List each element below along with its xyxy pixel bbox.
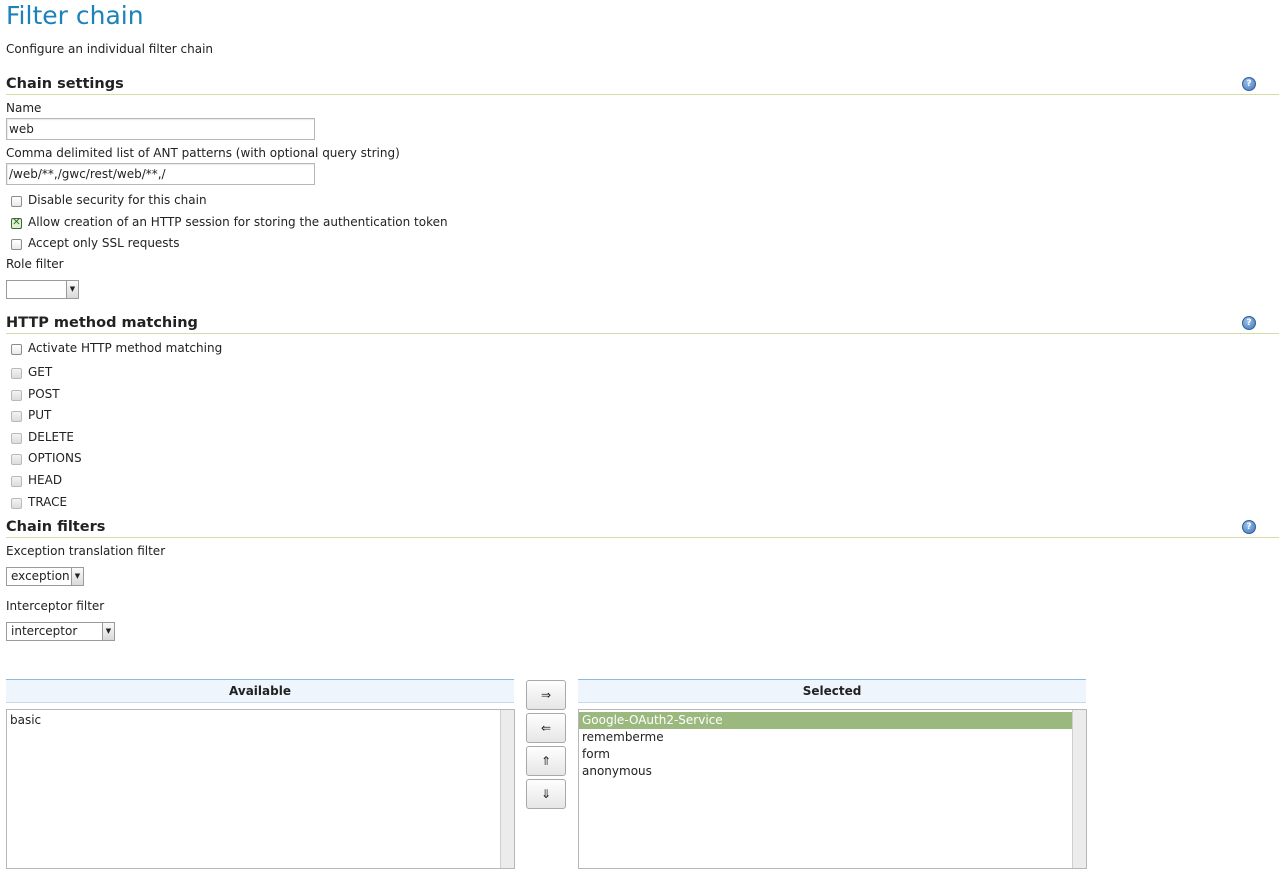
method-options-row: OPTIONS [11,451,82,465]
list-item[interactable]: basic [7,712,514,729]
selected-list[interactable]: Google-OAuth2-Service rememberme form an… [578,709,1087,869]
exception-filter-value: exception [11,569,70,583]
http-method-header: HTTP method matching ? [6,315,1279,334]
list-item[interactable]: rememberme [579,729,1072,746]
role-filter-select[interactable]: ▼ [6,280,79,299]
method-delete-checkbox[interactable] [11,432,22,444]
chain-filters-title: Chain filters [6,519,106,535]
method-trace-checkbox[interactable] [11,497,22,509]
patterns-label: Comma delimited list of ANT patterns (wi… [6,146,400,160]
method-options-label: OPTIONS [28,451,82,465]
method-get-row: GET [11,365,52,379]
list-item[interactable]: Google-OAuth2-Service [579,712,1072,729]
method-head-label: HEAD [28,473,63,487]
ssl-only-label: Accept only SSL requests [28,236,180,250]
available-header: Available [6,679,514,703]
ssl-only-checkbox[interactable] [11,238,22,250]
ssl-only-row: Accept only SSL requests [11,236,180,250]
chain-settings-title: Chain settings [6,76,124,92]
exception-filter-select[interactable]: exception ▼ [6,567,84,586]
help-icon[interactable]: ? [1242,77,1256,91]
available-list[interactable]: basic [6,709,515,869]
selected-header: Selected [578,679,1086,703]
chevron-down-icon: ▼ [102,623,114,640]
move-down-button[interactable]: ⇓ [526,779,566,809]
interceptor-filter-select[interactable]: interceptor ▼ [6,622,115,641]
chain-filters-header: Chain filters ? [6,519,1279,538]
method-options-checkbox[interactable] [11,453,22,465]
http-method-title: HTTP method matching [6,315,198,331]
disable-security-label: Disable security for this chain [28,193,207,207]
help-icon[interactable]: ? [1242,316,1256,330]
exception-filter-label: Exception translation filter [6,544,166,558]
allow-session-checkbox[interactable] [11,217,22,229]
remove-filter-button[interactable]: ⇐ [526,713,566,743]
method-head-checkbox[interactable] [11,475,22,487]
method-put-row: PUT [11,408,51,422]
chevron-down-icon: ▼ [71,568,83,585]
allow-session-row: Allow creation of an HTTP session for st… [11,215,448,229]
chevron-down-icon: ▼ [66,281,78,298]
method-get-label: GET [28,365,53,379]
method-put-label: PUT [28,408,52,422]
method-trace-row: TRACE [11,495,67,509]
method-get-checkbox[interactable] [11,367,22,379]
method-post-checkbox[interactable] [11,389,22,401]
activate-method-label: Activate HTTP method matching [28,341,223,355]
list-item[interactable]: form [579,746,1072,763]
method-head-row: HEAD [11,473,62,487]
help-icon[interactable]: ? [1242,520,1256,534]
activate-method-checkbox[interactable] [11,343,22,355]
disable-security-checkbox[interactable] [11,195,22,207]
method-delete-label: DELETE [28,430,75,444]
method-trace-label: TRACE [28,495,68,509]
add-filter-button[interactable]: ⇒ [526,680,566,710]
chain-settings-header: Chain settings ? [6,76,1279,95]
disable-security-row: Disable security for this chain [11,193,207,207]
allow-session-label: Allow creation of an HTTP session for st… [28,215,448,229]
page-title: Filter chain [6,1,144,30]
list-item[interactable]: anonymous [579,763,1072,780]
method-post-row: POST [11,387,60,401]
page-subtitle: Configure an individual filter chain [6,42,214,56]
interceptor-filter-label: Interceptor filter [6,599,105,613]
method-put-checkbox[interactable] [11,410,22,422]
move-up-button[interactable]: ⇑ [526,746,566,776]
activate-method-row: Activate HTTP method matching [11,341,222,355]
patterns-input[interactable]: /web/**,/gwc/rest/web/**,/ [6,163,315,185]
interceptor-filter-value: interceptor [11,624,78,638]
method-delete-row: DELETE [11,430,74,444]
role-filter-label: Role filter [6,257,64,271]
method-post-label: POST [28,387,60,401]
name-input[interactable]: web [6,118,315,140]
name-label: Name [6,101,42,115]
available-scrollbar[interactable] [500,710,514,868]
selected-scrollbar[interactable] [1072,710,1086,868]
